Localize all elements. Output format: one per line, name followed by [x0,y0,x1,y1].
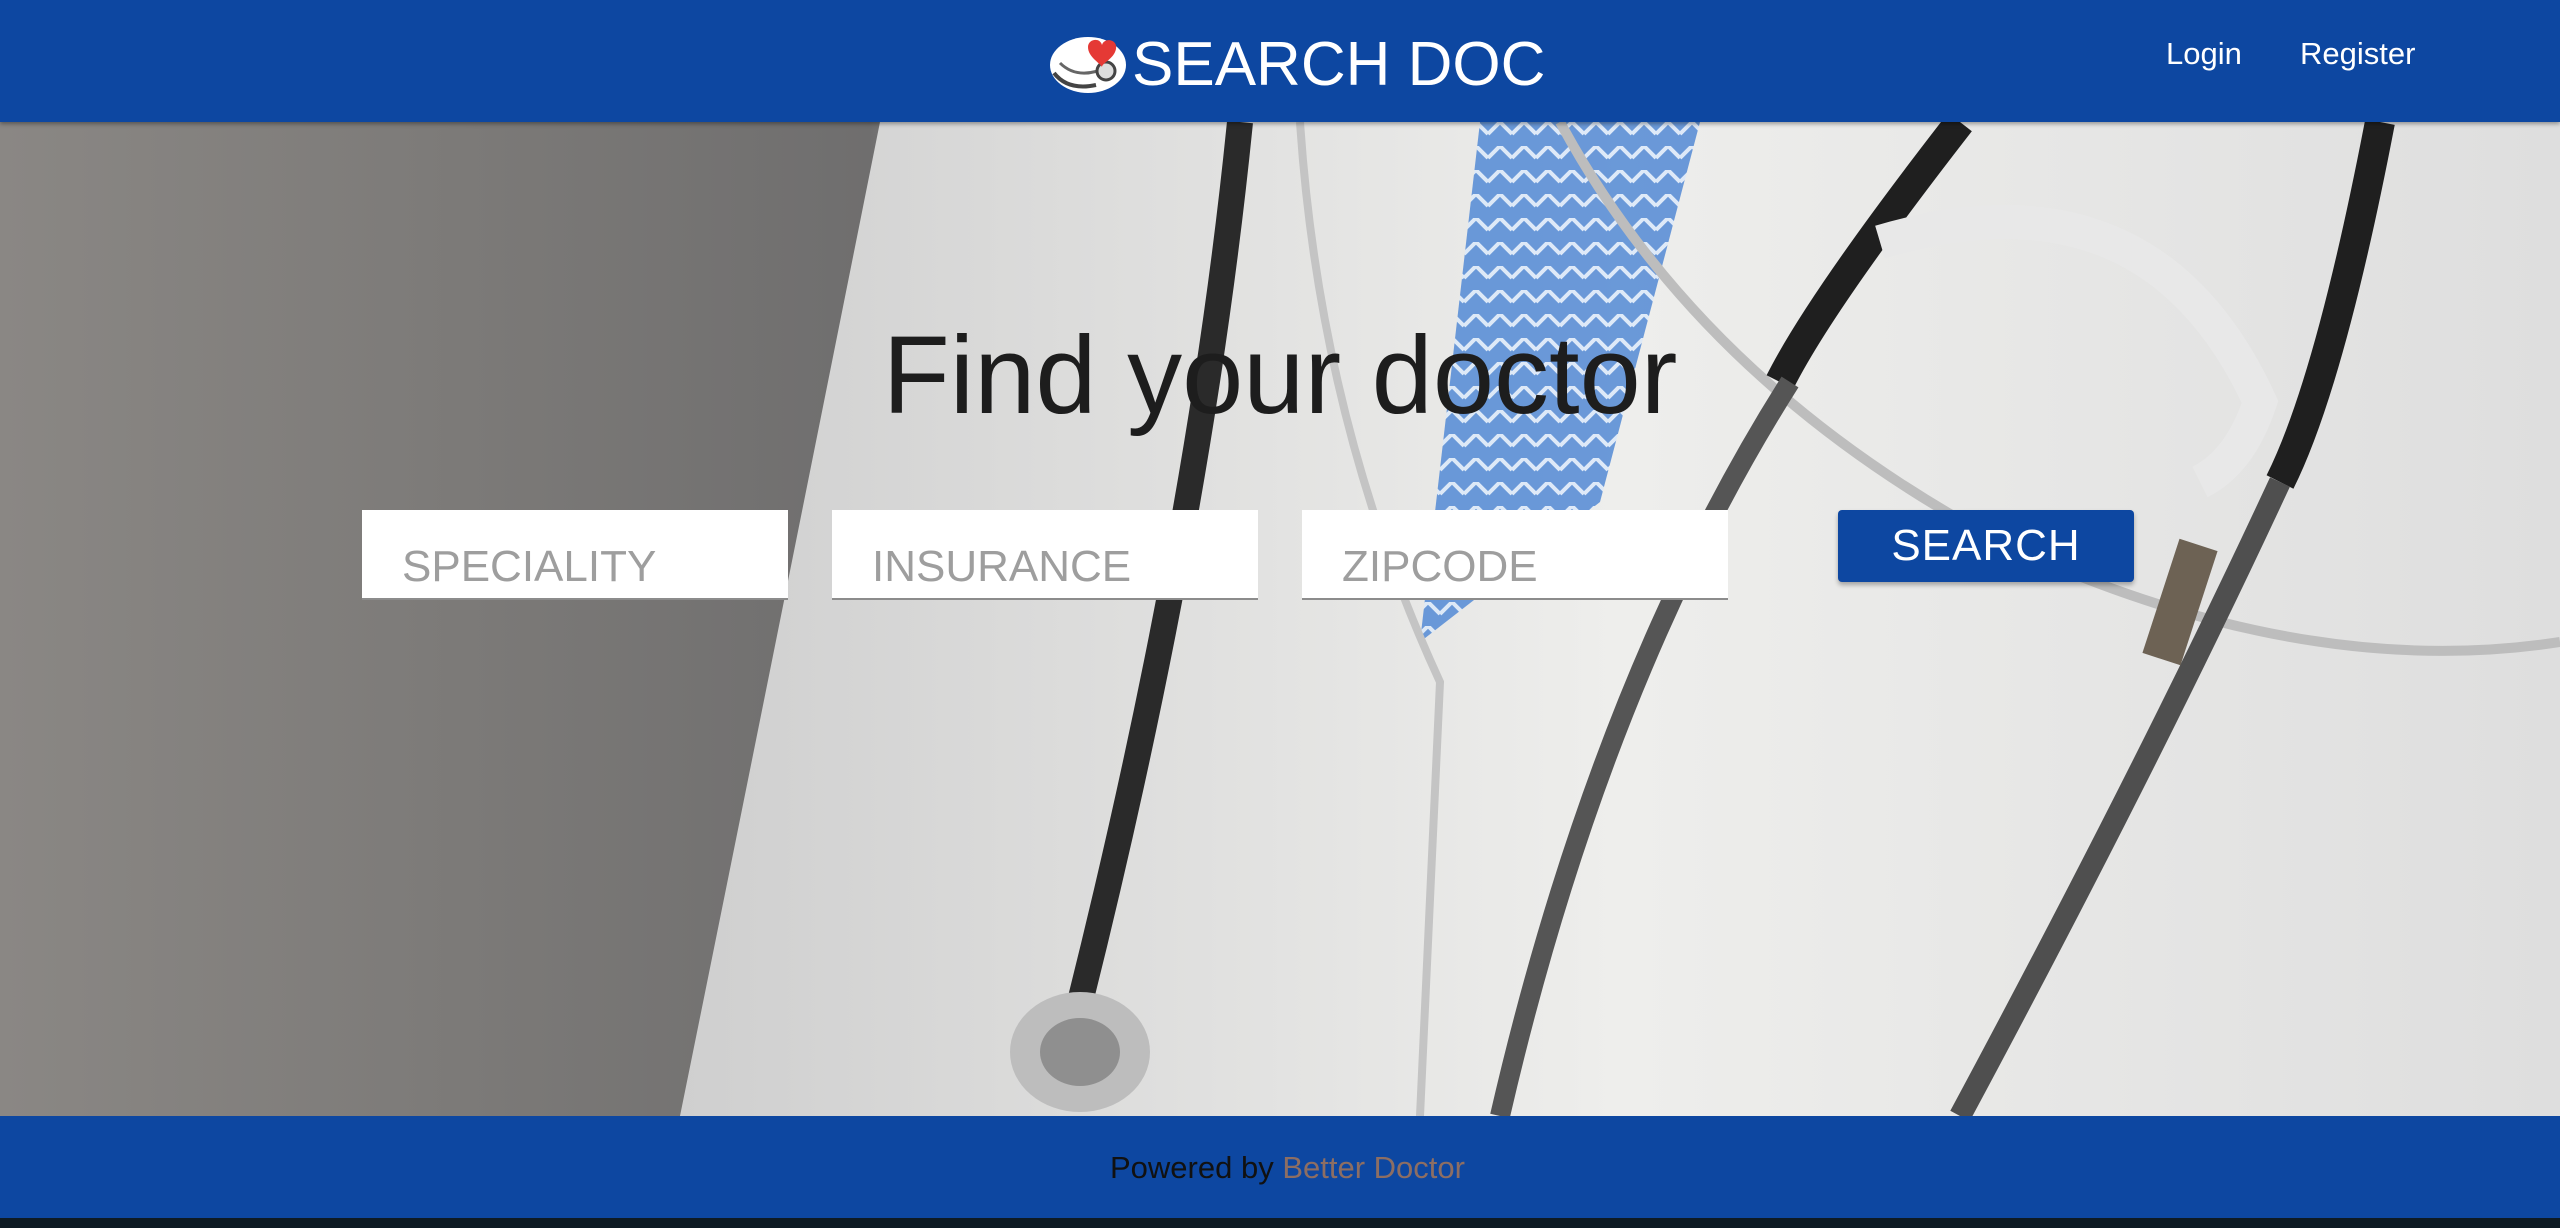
footer: Powered by Better Doctor [0,1116,2560,1218]
better-doctor-link[interactable]: Better Doctor [1282,1150,1465,1185]
doctor-stethoscope-background-image [680,122,2560,1116]
top-navbar: SEARCH DOC Login Register [0,0,2560,122]
register-link[interactable]: Register [2300,36,2415,72]
zipcode-input[interactable] [1302,510,1728,600]
bottom-divider [0,1218,2560,1228]
search-button[interactable]: SEARCH [1838,510,2134,582]
login-link[interactable]: Login [2166,36,2242,72]
doctor-heart-logo-icon [1050,37,1126,93]
insurance-input[interactable] [832,510,1258,600]
footer-credit: Powered by Better Doctor [1110,1150,1465,1186]
brand-title: SEARCH DOC [1132,30,1546,99]
hero-section: Find your doctor SEARCH [0,122,2560,1116]
footer-prefix: Powered by [1110,1150,1274,1185]
hero-title: Find your doctor [882,314,1678,437]
speciality-input[interactable] [362,510,788,600]
brand-home-link[interactable]: SEARCH DOC [1048,20,1545,110]
